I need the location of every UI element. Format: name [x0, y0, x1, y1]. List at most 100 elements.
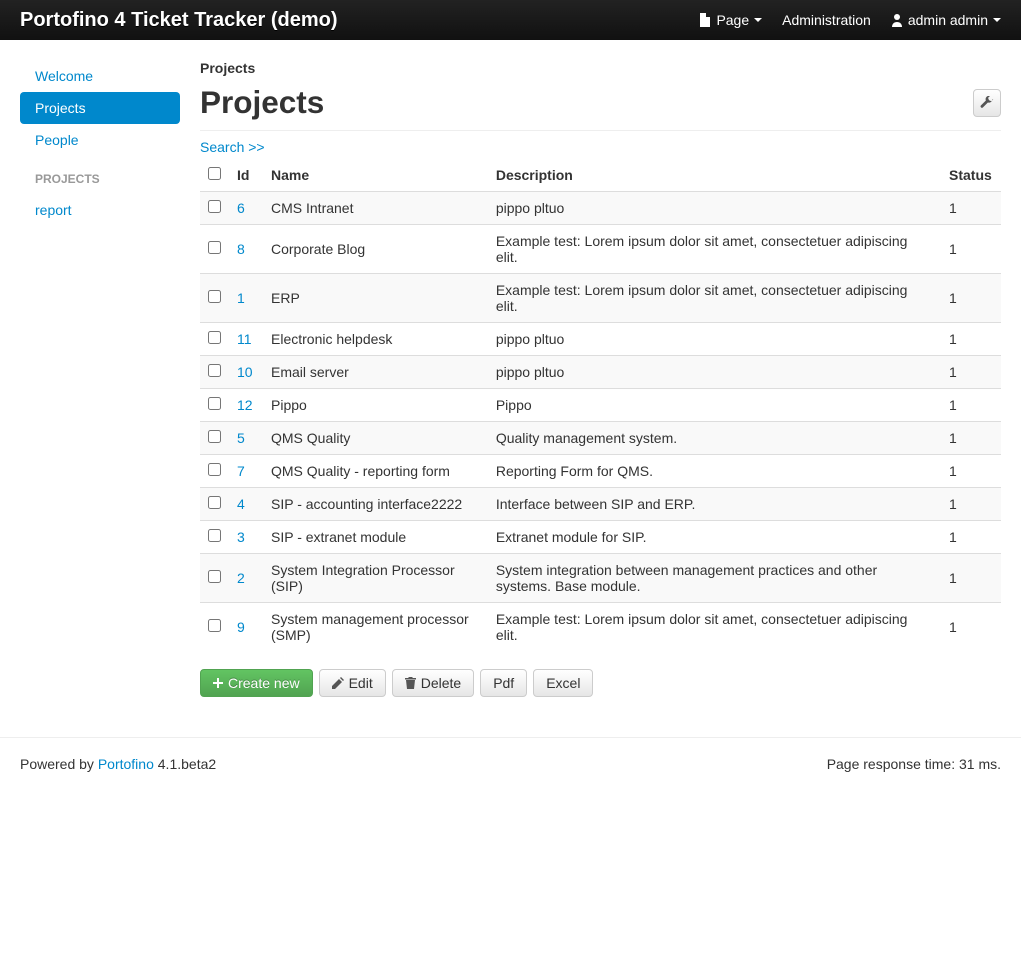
trash-icon	[405, 677, 416, 689]
row-id-link[interactable]: 7	[237, 463, 245, 479]
delete-button[interactable]: Delete	[392, 669, 474, 697]
row-status: 1	[941, 322, 1001, 355]
excel-button[interactable]: Excel	[533, 669, 593, 697]
row-status: 1	[941, 355, 1001, 388]
table-row: 4 SIP - accounting interface2222Interface…	[200, 487, 1001, 520]
response-time: Page response time: 31 ms.	[827, 756, 1001, 772]
settings-button[interactable]	[973, 89, 1001, 117]
row-description: Example test: Lorem ipsum dolor sit amet…	[488, 224, 941, 273]
nav-user-dropdown[interactable]: admin admin	[891, 12, 1001, 28]
row-name: System management processor (SMP)	[263, 602, 488, 651]
row-checkbox[interactable]	[208, 463, 221, 476]
row-status: 1	[941, 520, 1001, 553]
search-toggle-link[interactable]: Search >>	[200, 139, 265, 155]
breadcrumb: Projects	[200, 60, 1001, 76]
user-icon	[891, 13, 903, 27]
row-id-link[interactable]: 3	[237, 529, 245, 545]
row-checkbox[interactable]	[208, 430, 221, 443]
pdf-button[interactable]: Pdf	[480, 669, 527, 697]
sidebar-item-projects[interactable]: Projects	[20, 92, 180, 124]
edit-icon	[332, 677, 344, 689]
table-row: 10Email serverpippo pltuo1	[200, 355, 1001, 388]
row-checkbox[interactable]	[208, 619, 221, 632]
row-checkbox[interactable]	[208, 200, 221, 213]
wrench-icon	[980, 96, 994, 110]
row-checkbox[interactable]	[208, 290, 221, 303]
edit-button[interactable]: Edit	[319, 669, 386, 697]
row-status: 1	[941, 421, 1001, 454]
row-description: Pippo	[488, 388, 941, 421]
table-row: 6 CMS Intranetpippo pltuo1	[200, 191, 1001, 224]
col-status: Status	[941, 159, 1001, 192]
row-checkbox[interactable]	[208, 241, 221, 254]
sidebar-item-report[interactable]: report	[20, 194, 180, 226]
row-description: pippo pltuo	[488, 322, 941, 355]
page-title: Projects	[200, 84, 324, 122]
col-name: Name	[263, 159, 488, 192]
row-name: QMS Quality - reporting form	[263, 454, 488, 487]
row-id-link[interactable]: 6	[237, 200, 245, 216]
portofino-link[interactable]: Portofino	[98, 756, 154, 772]
caret-down-icon	[993, 18, 1001, 22]
row-status: 1	[941, 553, 1001, 602]
row-id-link[interactable]: 9	[237, 619, 245, 635]
row-checkbox[interactable]	[208, 529, 221, 542]
caret-down-icon	[754, 18, 762, 22]
row-name: Corporate Blog	[263, 224, 488, 273]
row-id-link[interactable]: 1	[237, 290, 245, 306]
row-name: Email server	[263, 355, 488, 388]
row-name: Pippo	[263, 388, 488, 421]
row-name: SIP - accounting interface2222	[263, 487, 488, 520]
row-checkbox[interactable]	[208, 364, 221, 377]
sidebar-item-people[interactable]: People	[20, 124, 180, 156]
table-row: 11 Electronic helpdeskpippo pltuo1	[200, 322, 1001, 355]
row-name: Electronic helpdesk	[263, 322, 488, 355]
row-id-link[interactable]: 11	[237, 331, 252, 347]
table-row: 12PippoPippo1	[200, 388, 1001, 421]
row-name: CMS Intranet	[263, 191, 488, 224]
row-description: Interface between SIP and ERP.	[488, 487, 941, 520]
row-name: QMS Quality	[263, 421, 488, 454]
sidebar-item-welcome[interactable]: Welcome	[20, 60, 180, 92]
col-id: Id	[229, 159, 263, 192]
row-description: pippo pltuo	[488, 191, 941, 224]
row-name: System Integration Processor (SIP)	[263, 553, 488, 602]
row-checkbox[interactable]	[208, 570, 221, 583]
table-row: 2 System Integration Processor (SIP)Syste…	[200, 553, 1001, 602]
row-status: 1	[941, 388, 1001, 421]
top-navbar: Portofino 4 Ticket Tracker (demo) Page A…	[0, 0, 1021, 40]
sidebar: WelcomeProjectsPeople Projects report	[20, 60, 180, 697]
row-status: 1	[941, 191, 1001, 224]
row-checkbox[interactable]	[208, 397, 221, 410]
table-row: 8 Corporate BlogExample test: Lorem ipsum…	[200, 224, 1001, 273]
footer: Powered by Portofino 4.1.beta2 Page resp…	[0, 737, 1021, 790]
row-name: SIP - extranet module	[263, 520, 488, 553]
row-status: 1	[941, 224, 1001, 273]
row-id-link[interactable]: 2	[237, 570, 245, 586]
select-all-checkbox[interactable]	[208, 167, 221, 180]
row-description: Reporting Form for QMS.	[488, 454, 941, 487]
row-checkbox[interactable]	[208, 331, 221, 344]
app-brand: Portofino 4 Ticket Tracker (demo)	[20, 9, 338, 32]
row-status: 1	[941, 487, 1001, 520]
table-row: 7 QMS Quality - reporting formReporting F…	[200, 454, 1001, 487]
nav-page-dropdown[interactable]: Page	[699, 12, 762, 28]
row-checkbox[interactable]	[208, 496, 221, 509]
row-id-link[interactable]: 10	[237, 364, 253, 380]
row-id-link[interactable]: 8	[237, 241, 245, 257]
row-status: 1	[941, 454, 1001, 487]
powered-by-prefix: Powered by	[20, 756, 98, 772]
row-id-link[interactable]: 5	[237, 430, 245, 446]
row-description: Example test: Lorem ipsum dolor sit amet…	[488, 602, 941, 651]
row-id-link[interactable]: 4	[237, 496, 245, 512]
row-description: System integration between management pr…	[488, 553, 941, 602]
table-row: 3SIP - extranet moduleExtranet module fo…	[200, 520, 1001, 553]
plus-icon	[213, 678, 223, 688]
sidebar-section-header: Projects	[20, 164, 180, 194]
row-id-link[interactable]: 12	[237, 397, 253, 413]
file-icon	[699, 13, 711, 27]
create-new-button[interactable]: Create new	[200, 669, 313, 697]
nav-administration[interactable]: Administration	[782, 12, 871, 28]
powered-by-suffix: 4.1.beta2	[154, 756, 216, 772]
row-status: 1	[941, 273, 1001, 322]
